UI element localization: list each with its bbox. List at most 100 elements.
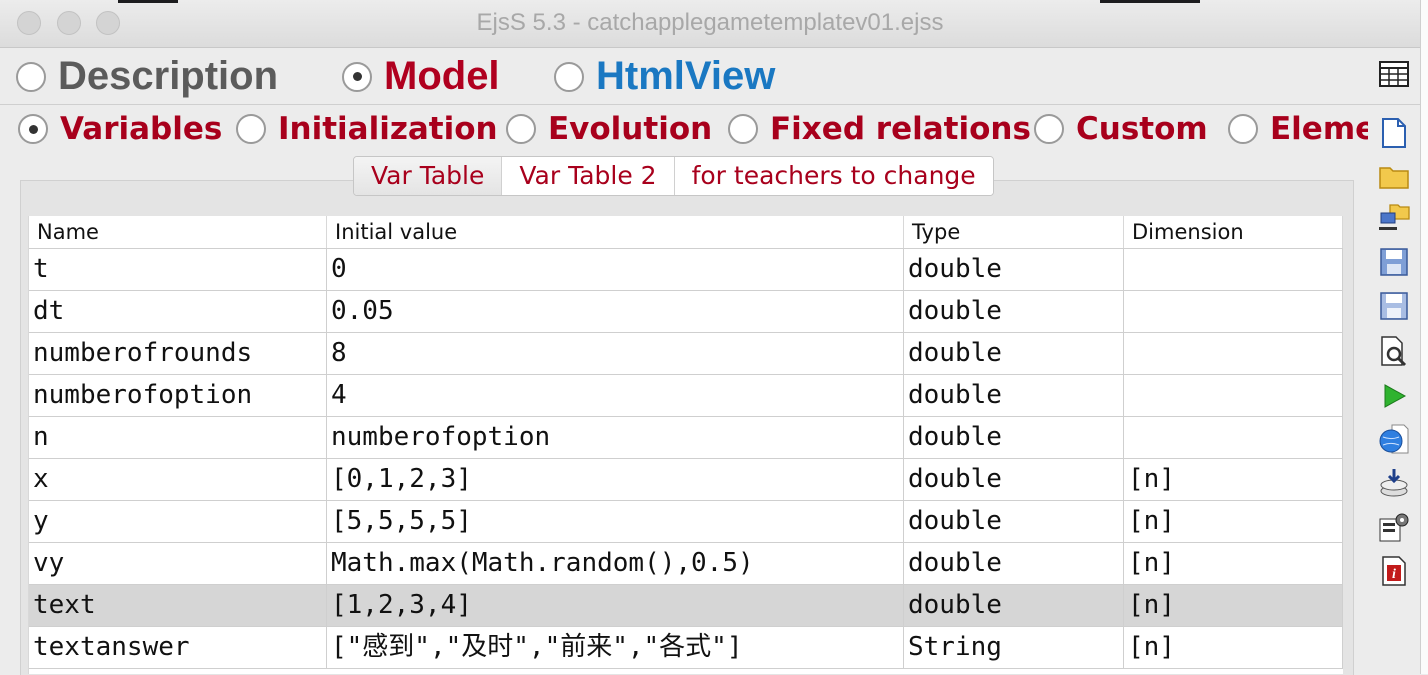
cell-name[interactable]: numberofoption [29,375,327,416]
cell-dimension[interactable]: [n] [1124,627,1343,668]
cell-value[interactable]: [1,2,3,4] [327,585,904,626]
subtab-elements[interactable]: Eleme [1228,111,1376,147]
cell-name[interactable]: x [29,459,327,500]
model-radio[interactable] [342,61,372,92]
subtab-custom-label: Custom [1076,111,1208,147]
tab-htmlview[interactable]: HtmlView [554,54,775,99]
header-type[interactable]: Type [904,216,1124,248]
tab-description[interactable]: Description [16,54,278,99]
cell-type[interactable]: double [904,291,1124,332]
cell-dimension[interactable]: [n] [1124,543,1343,584]
cell-dimension[interactable] [1124,249,1343,290]
tab-model[interactable]: Model [342,54,500,99]
table-header: Name Initial value Type Dimension [29,216,1343,249]
table-row-selected[interactable]: text [1,2,3,4] double [n] [29,585,1343,627]
download-icon[interactable] [1378,467,1410,499]
window-titlebar: EjsS 5.3 - catchapplegametemplatev01.ejs… [0,0,1420,48]
subtab-custom[interactable]: Custom [1034,111,1208,147]
options-icon[interactable] [1378,511,1410,543]
cell-type[interactable]: String [904,627,1124,668]
cell-value[interactable]: [5,5,5,5] [327,501,904,542]
cell-type[interactable]: double [904,417,1124,458]
fixed-relations-radio[interactable] [728,114,758,144]
cell-value[interactable]: 0 [327,249,904,290]
variables-radio[interactable] [18,114,48,144]
subtab-evolution[interactable]: Evolution [506,111,712,147]
evolution-radio[interactable] [506,114,536,144]
subtab-variables-label: Variables [60,111,223,147]
right-toolbar: i [1368,105,1420,674]
open-folder-icon[interactable] [1378,160,1410,192]
table-row[interactable]: textanswer ["感到","及时","前来","各式"] String … [29,627,1343,669]
cell-name[interactable]: t [29,249,327,290]
cell-value[interactable]: ["感到","及时","前来","各式"] [327,627,904,668]
cell-name[interactable]: text [29,585,327,626]
cell-dimension[interactable]: [n] [1124,501,1343,542]
cell-type[interactable]: double [904,585,1124,626]
header-initial-value[interactable]: Initial value [327,216,904,248]
custom-radio[interactable] [1034,114,1064,144]
table-row[interactable]: y [5,5,5,5] double [n] [29,501,1343,543]
table-menu-icon[interactable] [1378,60,1410,88]
initialization-radio[interactable] [236,114,266,144]
background-window-edge [118,0,178,3]
subtab-fixed-relations[interactable]: Fixed relations [728,111,1031,147]
tab-htmlview-label: HtmlView [596,54,776,98]
cell-name[interactable]: n [29,417,327,458]
subtab-initialization-label: Initialization [278,111,498,147]
tab-var-table[interactable]: Var Table [354,157,503,195]
cell-name[interactable]: numberofrounds [29,333,327,374]
table-row[interactable]: x [0,1,2,3] double [n] [29,459,1343,501]
cell-value[interactable]: 8 [327,333,904,374]
header-dimension[interactable]: Dimension [1124,216,1343,248]
cell-type[interactable]: double [904,501,1124,542]
cell-value[interactable]: Math.max(Math.random(),0.5) [327,543,904,584]
model-subtab-bar: Variables Initialization Evolution Fixed… [0,105,1376,155]
elements-radio[interactable] [1228,114,1258,144]
cell-type[interactable]: double [904,333,1124,374]
search-icon[interactable] [1378,335,1410,367]
table-row[interactable]: vy Math.max(Math.random(),0.5) double [n… [29,543,1343,585]
network-folder-icon[interactable] [1378,201,1410,233]
cell-type[interactable]: double [904,249,1124,290]
table-row[interactable]: numberofoption 4 double [29,375,1343,417]
background-window-edge [1100,0,1200,3]
cell-value[interactable]: numberofoption [327,417,904,458]
new-file-icon[interactable] [1378,117,1410,149]
header-name[interactable]: Name [29,216,327,248]
cell-dimension[interactable] [1124,375,1343,416]
cell-dimension[interactable] [1124,417,1343,458]
subtab-variables[interactable]: Variables [18,111,222,147]
cell-value[interactable]: [0,1,2,3] [327,459,904,500]
cell-type[interactable]: double [904,459,1124,500]
cell-name[interactable]: vy [29,543,327,584]
table-row[interactable]: t 0 double [29,249,1343,291]
subtab-initialization[interactable]: Initialization [236,111,498,147]
run-icon[interactable] [1378,380,1410,412]
save-as-icon[interactable] [1378,290,1410,322]
variables-table: Name Initial value Type Dimension t 0 do… [28,216,1343,674]
table-row[interactable]: dt 0.05 double [29,291,1343,333]
cell-dimension[interactable]: [n] [1124,459,1343,500]
cell-type[interactable]: double [904,375,1124,416]
htmlview-radio[interactable] [554,61,584,92]
tab-var-table-2[interactable]: Var Table 2 [502,157,675,195]
info-icon[interactable]: i [1378,555,1410,587]
cell-value[interactable]: 0.05 [327,291,904,332]
cell-name[interactable]: textanswer [29,627,327,668]
description-radio[interactable] [16,61,46,92]
cell-name[interactable]: y [29,501,327,542]
cell-dimension[interactable] [1124,291,1343,332]
table-row[interactable]: n numberofoption double [29,417,1343,459]
background-window [1420,0,1428,674]
cell-name[interactable]: dt [29,291,327,332]
table-row[interactable]: numberofrounds 8 double [29,333,1343,375]
cell-type[interactable]: double [904,543,1124,584]
cell-dimension[interactable]: [n] [1124,585,1343,626]
cell-dimension[interactable] [1124,333,1343,374]
save-icon[interactable] [1378,246,1410,278]
tab-description-label: Description [58,54,279,98]
web-icon[interactable] [1378,423,1410,455]
cell-value[interactable]: 4 [327,375,904,416]
tab-for-teachers[interactable]: for teachers to change [674,157,993,195]
